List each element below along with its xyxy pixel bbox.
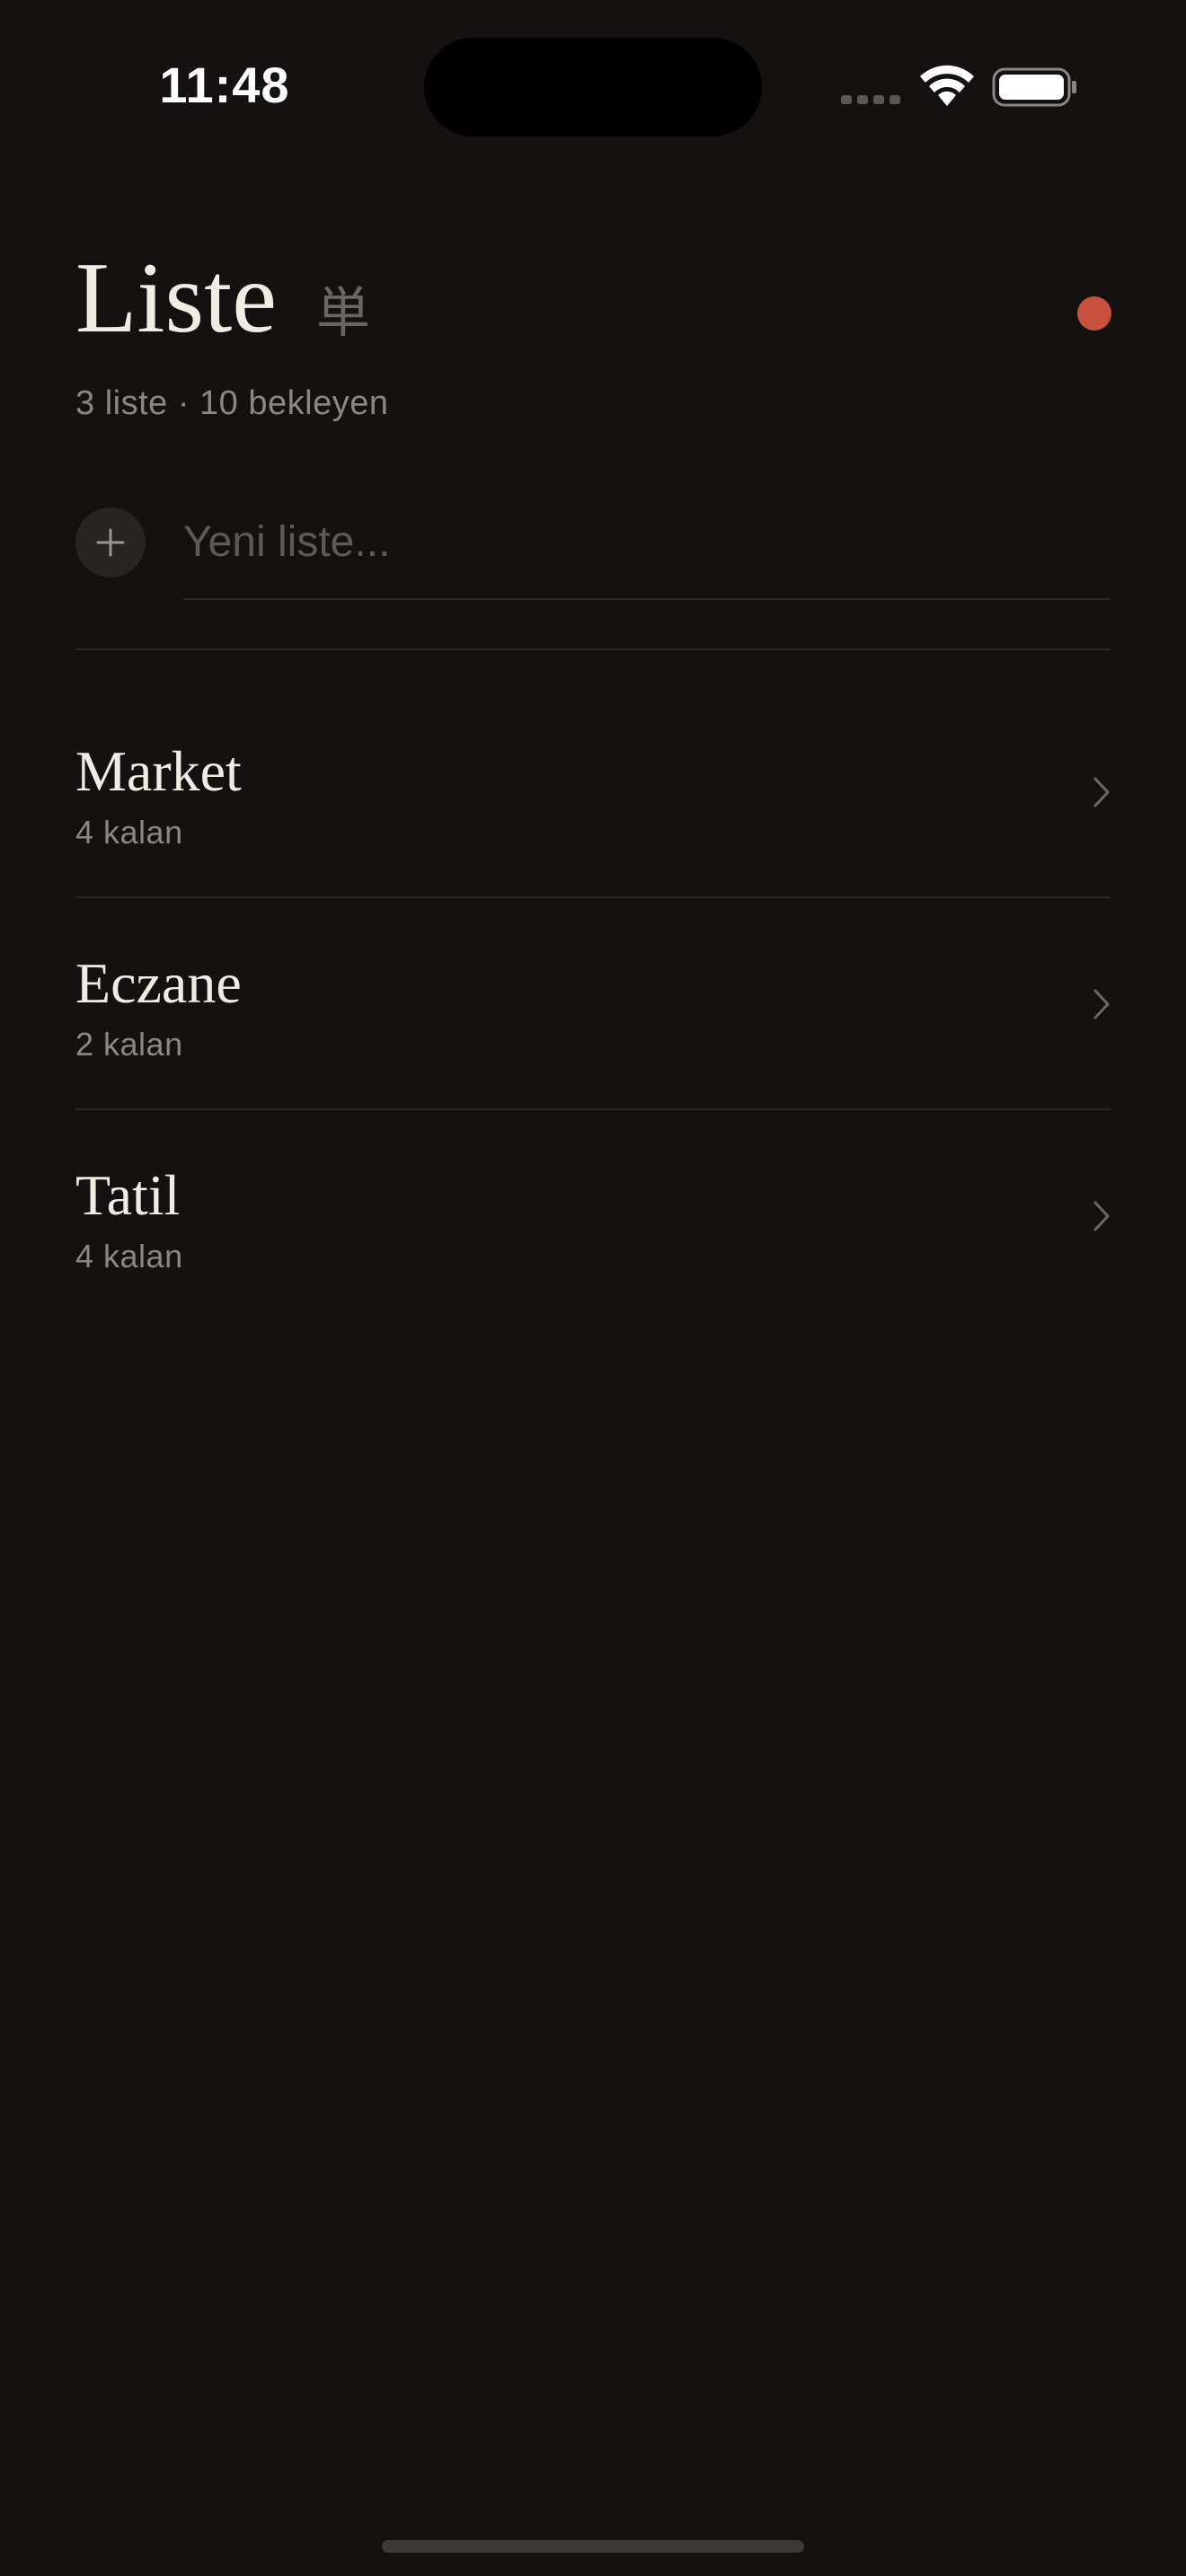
list-item-eczane[interactable]: Eczane 2 kalan — [75, 898, 1111, 1110]
title-glyph: 単 — [315, 282, 370, 345]
list-item-market[interactable]: Market 4 kalan — [75, 686, 1111, 898]
chevron-right-icon — [1093, 777, 1110, 807]
status-bar: 11:48 — [0, 0, 1186, 171]
chevron-right-icon — [1093, 1201, 1110, 1231]
list-item-tatil[interactable]: Tatil 4 kalan — [75, 1110, 1111, 1322]
list-item-name: Tatil — [75, 1163, 181, 1227]
add-list-button[interactable] — [75, 507, 146, 578]
status-indicator-dot — [1077, 296, 1111, 331]
status-time: 11:48 — [159, 57, 290, 113]
list-collection: Market 4 kalan Eczane 2 kalan Tatil 4 ka… — [75, 686, 1111, 1322]
plus-icon — [96, 528, 125, 557]
chevron-right-icon — [1093, 989, 1110, 1019]
cellular-signal-icon — [841, 95, 900, 104]
home-indicator[interactable] — [382, 2540, 804, 2553]
list-item-count: 2 kalan — [75, 1026, 183, 1063]
page-header: Liste 単 — [75, 243, 370, 354]
battery-icon — [992, 67, 1076, 107]
list-item-count: 4 kalan — [75, 1238, 183, 1275]
section-divider — [75, 648, 1111, 650]
dynamic-island — [424, 38, 762, 137]
list-item-name: Eczane — [75, 951, 242, 1015]
list-item-name: Market — [75, 739, 242, 803]
wifi-icon — [920, 65, 974, 106]
list-item-count: 4 kalan — [75, 814, 183, 851]
list-summary: 3 liste · 10 bekleyen — [75, 384, 389, 422]
new-list-input[interactable] — [183, 510, 1111, 600]
page-title: Liste — [75, 243, 277, 354]
